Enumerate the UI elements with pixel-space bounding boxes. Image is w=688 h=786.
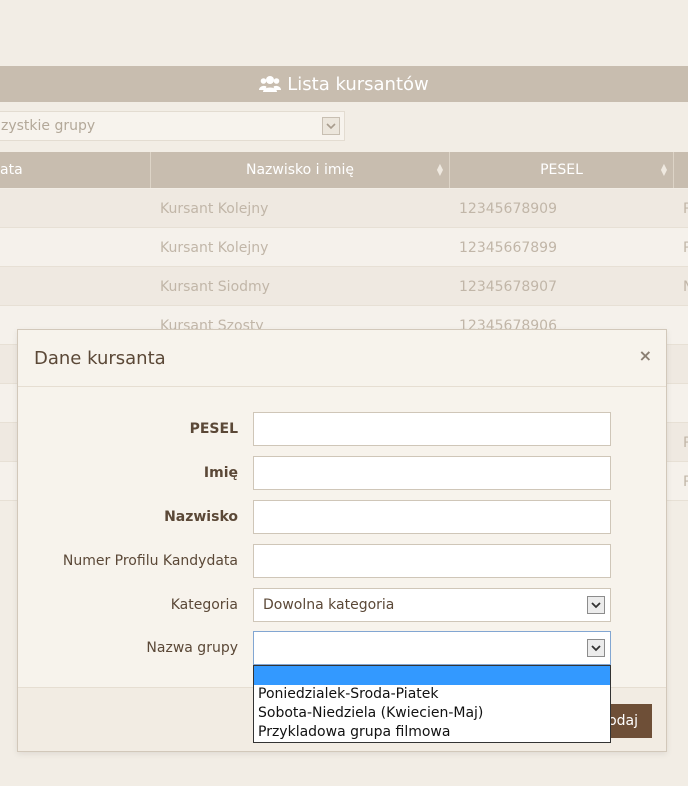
table-header: ata Nazwisko i imię ▲ ▼ PESEL ▲ ▼ [0, 152, 688, 188]
table-row[interactable]: Kursant Siodmy 12345678907 N [0, 267, 688, 306]
kategoria-value: Dowolna kategoria [263, 597, 395, 613]
sort-icon: ▲ ▼ [436, 162, 443, 177]
table-row[interactable]: Kursant Kolejny 12345678909 P [0, 189, 688, 228]
dropdown-option[interactable]: Sobota-Niedziela (Kwiecien-Maj) [254, 704, 610, 723]
panel-header: Lista kursantów [0, 66, 688, 102]
pesel-label: PESEL [189, 421, 238, 437]
nazwa-grupy-label: Nazwa grupy [146, 640, 238, 656]
column-header-data[interactable]: ata [0, 152, 151, 188]
chevron-down-icon [322, 117, 340, 135]
kategoria-label: Kategoria [170, 597, 238, 613]
chevron-down-icon [587, 596, 605, 614]
users-icon [259, 75, 282, 93]
column-header-pesel[interactable]: PESEL ▲ ▼ [450, 152, 674, 188]
nazwisko-input[interactable] [253, 500, 611, 534]
chevron-down-icon [587, 639, 605, 657]
sort-icon: ▲ ▼ [660, 162, 667, 177]
group-filter-select[interactable]: zystkie grupy [0, 111, 345, 141]
panel-title: Lista kursantów [287, 73, 429, 95]
imie-input[interactable] [253, 456, 611, 490]
modal-divider [18, 386, 666, 387]
pesel-input[interactable] [253, 412, 611, 446]
dropdown-option[interactable]: Poniedzialek-Sroda-Piatek [254, 685, 610, 704]
numer-profilu-label: Numer Profilu Kandydata [62, 553, 238, 569]
kategoria-select[interactable]: Dowolna kategoria [253, 588, 611, 622]
dropdown-option[interactable]: Przykladowa grupa filmowa [254, 723, 610, 742]
column-header-name[interactable]: Nazwisko i imię ▲ ▼ [151, 152, 450, 188]
imie-label: Imię [203, 465, 238, 481]
nazwisko-label: Nazwisko [164, 509, 238, 525]
table-row[interactable]: Kursant Kolejny 12345667899 P [0, 228, 688, 267]
close-icon[interactable]: × [639, 346, 652, 365]
modal-title: Dane kursanta [34, 348, 166, 369]
nazwa-grupy-select[interactable] [253, 631, 611, 665]
group-filter-value: zystkie grupy [1, 118, 96, 134]
numer-profilu-input[interactable] [253, 544, 611, 578]
group-dropdown-list: Poniedzialek-Sroda-Piatek Sobota-Niedzie… [253, 665, 611, 743]
column-header-extra[interactable] [674, 152, 688, 188]
dropdown-option-empty[interactable] [254, 666, 610, 685]
